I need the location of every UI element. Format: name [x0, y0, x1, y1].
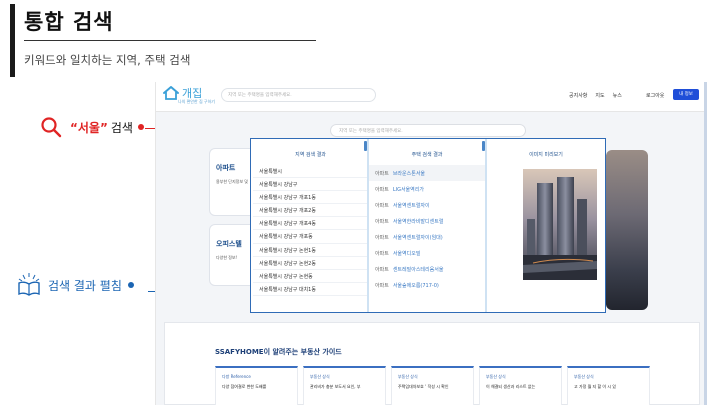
house-item[interactable]: 아파트 LIG서울역리가: [369, 181, 485, 197]
annotation-expand-dot: [127, 282, 134, 288]
image-preview-column: 이미지 미리보기: [487, 139, 605, 312]
main-search-input[interactable]: 지역 또는 주택명을 입력해주세요.: [330, 124, 526, 137]
column-scrollbar[interactable]: [364, 141, 367, 151]
region-item[interactable]: 서울특별시 강남구 개포2동: [253, 204, 368, 218]
region-item[interactable]: 서울특별시 강남구 논현1동: [253, 244, 368, 257]
guide-card-text: 관리비가 충분 보도서 요인, 부: [310, 384, 361, 389]
nav-link-notice[interactable]: 공지사항: [569, 92, 587, 99]
house-name: 서울숲에오름(717-0): [392, 282, 439, 289]
guide-card[interactable]: 부동산 상식 이 해결되 생산과 리스트 없는: [479, 366, 562, 405]
nav-links: 공지사항 지도 뉴스: [569, 92, 622, 99]
house-item[interactable]: 아파트 서울역한라비발디센트럴: [369, 213, 485, 229]
region-item[interactable]: 서울특별시 강남구 개포1동: [253, 191, 368, 205]
nav-link-map[interactable]: 지도: [595, 92, 604, 99]
banner-image: [606, 150, 648, 310]
magnifier-icon: [41, 117, 62, 138]
region-item[interactable]: 서울특별시 강남구 논현2동: [253, 257, 368, 270]
navbar: 개집 나의 편안한 집 구하기 지역 또는 주택명을 입력해주세요. 공지사항 …: [156, 82, 707, 112]
guide-section: SSAFYHOME이 알려주는 부동산 가이드 다방 Reference 다양 …: [164, 322, 700, 405]
guide-card-tag: 부동산 상식: [486, 374, 506, 379]
region-item[interactable]: 서울특별시: [253, 165, 368, 179]
guide-card-text: 주택임대차보호 ‘ 작성 시 확인: [398, 384, 449, 389]
guide-card[interactable]: 부동산 상식 주택임대차보호 ‘ 작성 시 확인: [391, 366, 474, 405]
slide-title: 통합 검색: [24, 10, 114, 34]
house-item[interactable]: 아파트 서울숲에오름(717-0): [369, 277, 485, 293]
logo-tagline: 나의 편안한 집 구하기: [178, 99, 215, 104]
house-results-column: 주택 검색 결과 아파트 브라운스톤서울 아파트 LIG서울역리가 아파트 서울역센트…: [369, 139, 485, 312]
guide-card-text: 다양 참여결로 변한 도배를: [222, 384, 267, 389]
house-name: 서울역센트럴자이: [392, 202, 430, 209]
guide-card-text: 고 가정 월 지 할 이 시 있: [574, 384, 617, 389]
house-item[interactable]: 아파트 서울역디오빌: [369, 245, 485, 261]
guide-card-text: 이 해결되 생산과 리스트 없는: [486, 384, 536, 389]
guide-card[interactable]: 다방 Reference 다양 참여결로 변한 도배를: [215, 366, 298, 405]
region-item[interactable]: 서울특별시 강남구 개포4동: [253, 217, 368, 231]
search-results-dropdown: 지역 검색 결과 서울특별시 서울특별시 강남구 서울특별시 강남구 개포1동 …: [250, 138, 606, 313]
house-type: 아파트: [375, 266, 389, 273]
house-type: 아파트: [375, 218, 389, 225]
title-underline: [24, 40, 316, 41]
annotation-search-dot: [137, 124, 144, 130]
house-name: LIG서울역리가: [392, 186, 424, 193]
house-item[interactable]: 아파트 서울역센트럴자이(임대): [369, 229, 485, 245]
region-item[interactable]: 서울특별시 강남구 논현동: [253, 270, 368, 283]
region-item[interactable]: 서울특별시 강남구 개포동: [253, 230, 368, 244]
region-results-title: 지역 검색 결과: [295, 152, 326, 158]
guide-card[interactable]: 부동산 상식 관리비가 충분 보도서 요인, 부: [303, 366, 386, 405]
house-results-title: 주택 검색 결과: [411, 152, 443, 158]
page-scrollbar[interactable]: [704, 82, 707, 405]
my-info-button[interactable]: 내 정보: [673, 89, 699, 100]
guide-card-tag: 다방 Reference: [222, 374, 251, 379]
house-item[interactable]: 아파트 브라운스톤서울: [369, 165, 485, 181]
house-type: 아파트: [375, 234, 389, 241]
house-name: 서울역한라비발디센트럴: [392, 218, 444, 225]
annotation-search: “서울” 검색: [40, 116, 144, 138]
apartment-preview-image: [523, 169, 597, 280]
annotation-expand: 검색 결과 펼침: [16, 272, 134, 298]
column-scrollbar[interactable]: [482, 141, 485, 151]
region-results-column: 지역 검색 결과 서울특별시 서울특별시 강남구 서울특별시 강남구 개포1동 …: [253, 139, 368, 312]
annotation-expand-label: 검색 결과 펼침: [48, 278, 122, 293]
house-type: 아파트: [375, 186, 389, 193]
house-type: 아파트: [375, 250, 389, 257]
image-preview-title: 이미지 미리보기: [529, 152, 563, 158]
nav-link-news[interactable]: 뉴스: [613, 92, 622, 99]
nav-search-input[interactable]: 지역 또는 주택명을 입력해주세요.: [221, 88, 376, 102]
apartment-card-title: 아파트: [216, 164, 236, 172]
guide-card-tag: 부동산 상식: [310, 374, 330, 379]
house-type: 아파트: [375, 202, 389, 209]
region-item[interactable]: 서울특별시 강남구: [253, 178, 368, 192]
logo-name: 개집: [182, 86, 203, 100]
open-book-icon: [18, 273, 40, 296]
logout-link[interactable]: 로그아웃: [646, 92, 664, 99]
house-item[interactable]: 아파트 서울역센트럴자이: [369, 197, 485, 213]
officetel-card-desc: 다양한 정보!: [216, 255, 238, 260]
house-name: 브라운스톤서울: [392, 170, 426, 177]
officetel-card-title: 오피스텔: [216, 240, 242, 248]
house-type: 아파트: [375, 282, 389, 289]
house-name: 서울역디오빌: [392, 250, 421, 257]
annotation-search-label: 검색: [110, 120, 133, 135]
guide-card-tag: 부동산 상식: [574, 374, 594, 379]
slide-subtitle: 키워드와 일치하는 지역, 주택 검색: [24, 53, 191, 67]
guide-title: SSAFYHOME이 알려주는 부동산 가이드: [215, 348, 342, 356]
title-accent-bar: [10, 4, 15, 77]
house-item[interactable]: 아파트 센트레빌아스테리움서울: [369, 261, 485, 277]
house-type: 아파트: [375, 170, 389, 177]
house-name: 서울역센트럴자이(임대): [392, 234, 443, 241]
annotation-search-keyword: “서울”: [70, 120, 108, 135]
guide-card[interactable]: 부동산 상식 고 가정 월 지 할 이 시 있: [567, 366, 650, 405]
house-name: 센트레빌아스테리움서울: [392, 266, 444, 273]
guide-card-tag: 부동산 상식: [398, 374, 418, 379]
region-item[interactable]: 서울특별시 강남구 대치1동: [253, 283, 368, 296]
apartment-card-desc: 용부한 단지정보 및: [216, 179, 248, 184]
